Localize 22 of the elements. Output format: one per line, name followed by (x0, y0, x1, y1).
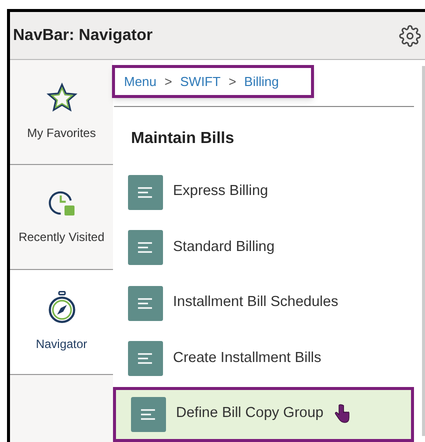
settings-icon[interactable] (399, 24, 421, 46)
sidebar-tab[interactable]: Navigator (10, 270, 113, 375)
document-icon (128, 230, 163, 266)
document-icon (128, 341, 163, 376)
document-icon (128, 286, 163, 321)
breadcrumb-link[interactable]: Billing (244, 72, 279, 91)
breadcrumb-link[interactable]: SWIFT (180, 72, 221, 91)
menu-item[interactable]: Define Bill Copy Group (113, 386, 414, 442)
breadcrumb-link[interactable]: Menu (124, 72, 157, 91)
chevron-text: > (228, 72, 236, 90)
hand-cursor-icon (334, 404, 350, 424)
document-icon (131, 396, 166, 432)
menu-item[interactable]: Express Billing (113, 164, 418, 220)
window-title: NavBar: Navigator (13, 26, 153, 46)
menu-item[interactable]: Standard Billing (113, 220, 418, 276)
section-heading: Maintain Bills (131, 128, 236, 148)
menu-item[interactable]: Create Installment Bills (113, 331, 418, 386)
document-icon (128, 174, 163, 210)
menu-item[interactable]: Installment Bill Schedules (113, 276, 418, 331)
chevron-text: > (164, 72, 172, 90)
star-icon (46, 82, 78, 114)
compass-icon (46, 291, 76, 325)
